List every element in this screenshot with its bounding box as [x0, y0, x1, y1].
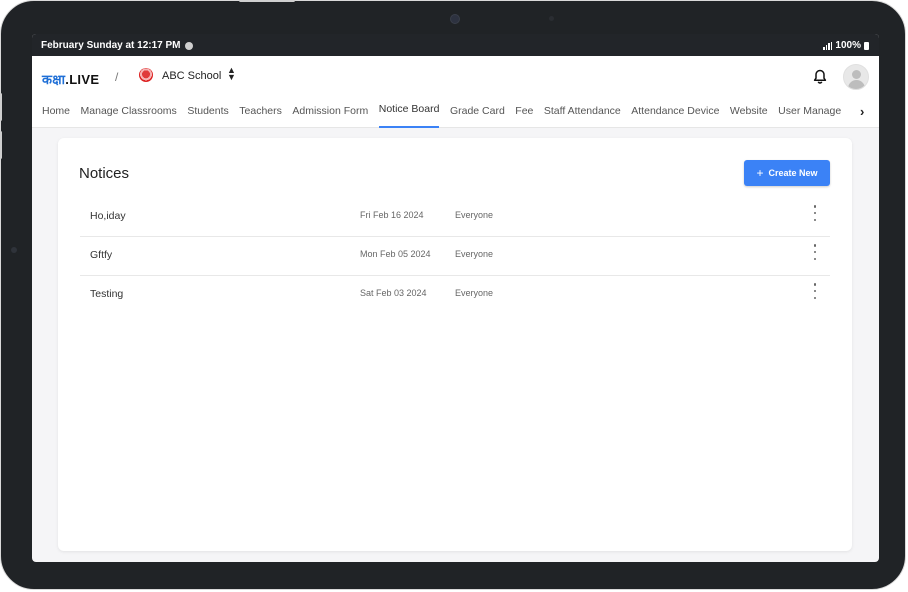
create-new-label: Create New [768, 168, 818, 178]
notice-audience: Everyone [455, 210, 494, 220]
nav-teachers[interactable]: Teachers [239, 98, 282, 128]
power-button [239, 0, 295, 2]
nav-home[interactable]: Home [42, 98, 70, 128]
nav-user-manage[interactable]: User Manage [778, 98, 841, 128]
plus-icon: + [756, 166, 764, 180]
side-sensor [11, 247, 17, 253]
main-nav: Home Manage Classrooms Students Teachers… [32, 98, 879, 128]
notices-card: Notices + Create New Ho,iday Fri Feb 16 … [58, 138, 852, 551]
school-logo-icon [139, 68, 153, 82]
logo-hindi: कक्षा [42, 72, 66, 87]
screen: February Sunday at 12:17 PM 100% कक्षा.L… [32, 34, 879, 562]
logo-suffix: .LIVE [65, 72, 100, 87]
notice-title: Ho,iday [90, 210, 126, 222]
notice-title: Testing [90, 288, 124, 300]
notice-date: Fri Feb 16 2024 [360, 210, 424, 220]
school-switch-icon[interactable]: ▲ ▼ [227, 66, 236, 82]
notice-audience: Everyone [455, 288, 494, 298]
notice-date: Mon Feb 05 2024 [360, 249, 431, 259]
list-item[interactable]: Ho,iday Fri Feb 16 2024 Everyone [80, 198, 830, 237]
status-bar: February Sunday at 12:17 PM 100% [32, 34, 879, 56]
nav-students[interactable]: Students [187, 98, 228, 128]
list-item[interactable]: Gftfy Mon Feb 05 2024 Everyone [80, 237, 830, 276]
chevron-right-icon[interactable]: › [860, 104, 864, 119]
status-datetime: February Sunday at 12:17 PM [41, 40, 181, 51]
more-vert-icon[interactable] [812, 244, 818, 260]
volume-down-button [0, 131, 2, 159]
signal-icon [823, 41, 833, 50]
nav-staff-attendance[interactable]: Staff Attendance [544, 98, 621, 128]
breadcrumb-separator: / [115, 70, 119, 84]
app-header: कक्षा.LIVE / ABC School ▲ ▼ [32, 56, 879, 98]
battery-icon [864, 41, 869, 50]
page-title: Notices [79, 165, 130, 182]
notice-title: Gftfy [90, 249, 113, 261]
create-new-button[interactable]: + Create New [744, 160, 830, 186]
nav-admission-form[interactable]: Admission Form [292, 98, 368, 128]
more-vert-icon[interactable] [812, 205, 818, 221]
nav-website[interactable]: Website [730, 98, 768, 128]
nav-grade-card[interactable]: Grade Card [450, 98, 505, 128]
app-logo[interactable]: कक्षा.LIVE [42, 70, 99, 88]
nav-manage-classrooms[interactable]: Manage Classrooms [81, 98, 177, 128]
front-camera [450, 14, 460, 24]
nav-fee[interactable]: Fee [515, 98, 533, 128]
light-sensor [549, 16, 554, 21]
avatar[interactable] [843, 64, 869, 90]
battery-percent: 100% [835, 40, 861, 51]
tablet-frame: February Sunday at 12:17 PM 100% कक्षा.L… [0, 0, 906, 590]
nav-notice-board[interactable]: Notice Board [378, 98, 440, 128]
notice-date: Sat Feb 03 2024 [360, 288, 427, 298]
volume-up-button [0, 93, 2, 121]
notification-icon [184, 41, 193, 50]
bell-icon[interactable] [813, 69, 827, 85]
nav-attendance-device[interactable]: Attendance Device [631, 98, 719, 128]
more-vert-icon[interactable] [812, 283, 818, 299]
school-name[interactable]: ABC School [162, 70, 221, 82]
notices-list: Ho,iday Fri Feb 16 2024 Everyone Gftfy M… [80, 198, 830, 314]
list-item[interactable]: Testing Sat Feb 03 2024 Everyone [80, 276, 830, 314]
nav-items: Home Manage Classrooms Students Teachers… [42, 98, 850, 128]
notice-audience: Everyone [455, 249, 494, 259]
